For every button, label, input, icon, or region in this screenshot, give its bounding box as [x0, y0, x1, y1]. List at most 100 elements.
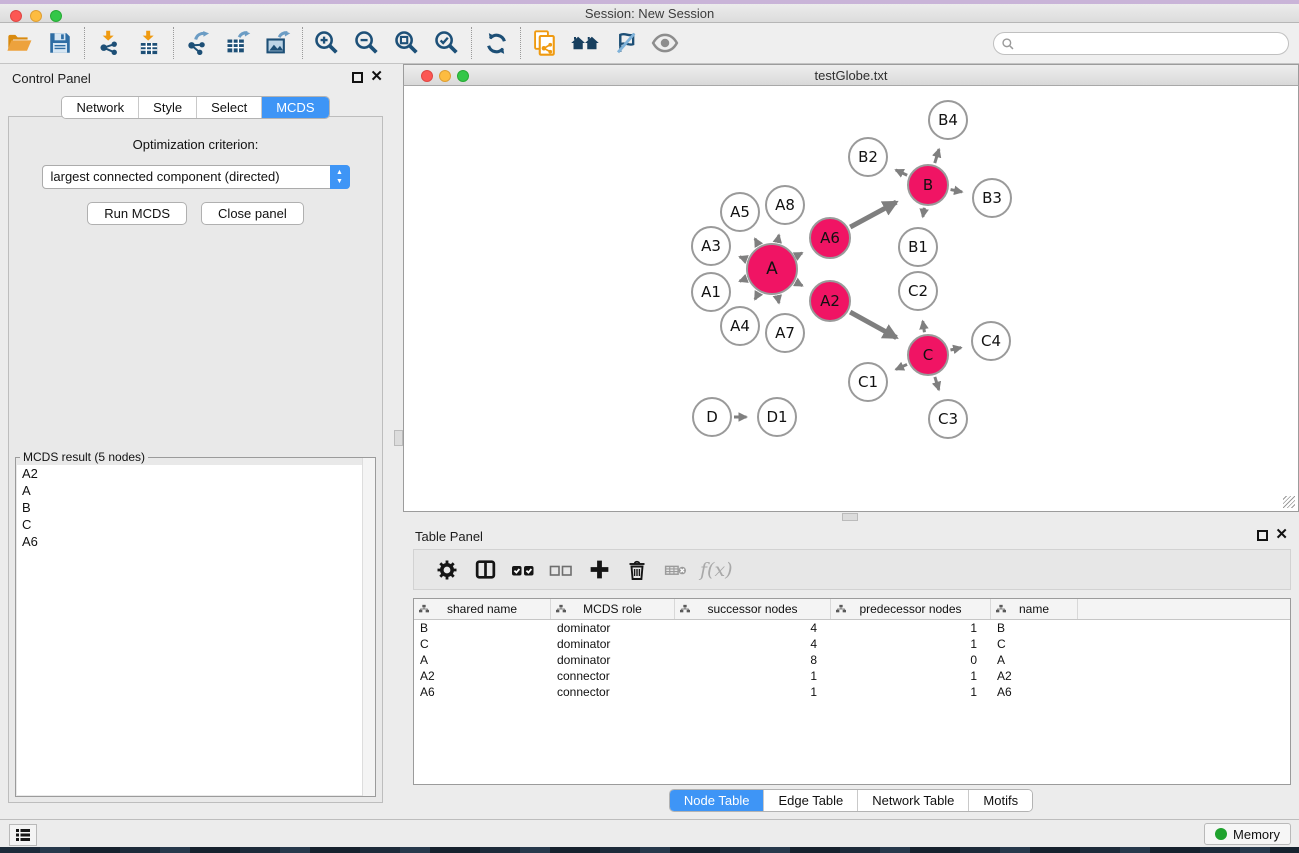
mcds-result-scrollbar[interactable]	[362, 458, 375, 796]
create-column-button[interactable]	[580, 553, 618, 587]
table-row[interactable]: Adominator80A	[414, 652, 1290, 668]
table-row[interactable]: A6connector11A6	[414, 684, 1290, 700]
graph-edge-A-A8[interactable]	[778, 235, 779, 242]
tab-network-table[interactable]: Network Table	[857, 790, 968, 811]
show-columns-button[interactable]	[466, 553, 504, 587]
graph-edge-C-C4[interactable]	[950, 348, 961, 350]
graph-node-A4[interactable]: A4	[720, 306, 760, 346]
zoom-selected-button[interactable]	[427, 25, 467, 61]
graph-node-B[interactable]: B	[907, 164, 949, 206]
close-panel-icon[interactable]: ✕	[370, 69, 383, 85]
graph-edge-A-A4[interactable]	[755, 293, 758, 299]
mcds-result-item[interactable]: A	[17, 482, 374, 499]
graph-edge-A-A2[interactable]	[797, 283, 803, 286]
graph-edge-A6-B[interactable]	[850, 202, 896, 227]
column-header-MCDS-role[interactable]: MCDS role	[551, 599, 675, 619]
close-panel-icon[interactable]: ✕	[1275, 527, 1288, 543]
tab-network[interactable]: Network	[62, 97, 138, 118]
graph-node-A6[interactable]: A6	[809, 217, 851, 259]
graph-node-A2[interactable]: A2	[809, 280, 851, 322]
tab-select[interactable]: Select	[196, 97, 261, 118]
graph-node-B3[interactable]: B3	[972, 178, 1012, 218]
task-history-button[interactable]	[9, 824, 37, 846]
mcds-result-item[interactable]: B	[17, 499, 374, 516]
graph-node-C1[interactable]: C1	[848, 362, 888, 402]
graph-node-A5[interactable]: A5	[720, 192, 760, 232]
open-session-button[interactable]	[0, 25, 40, 61]
run-mcds-button[interactable]: Run MCDS	[87, 202, 187, 225]
graph-node-C[interactable]: C	[907, 334, 949, 376]
graph-edge-A-A6[interactable]	[797, 253, 802, 256]
zoom-out-button[interactable]	[347, 25, 387, 61]
graph-node-C3[interactable]: C3	[928, 399, 968, 439]
mcds-result-item[interactable]: C	[17, 516, 374, 533]
tab-edge-table[interactable]: Edge Table	[763, 790, 857, 811]
graph-node-B1[interactable]: B1	[898, 227, 938, 267]
delete-table-button[interactable]	[656, 553, 694, 587]
graph-edge-C-C2[interactable]	[923, 321, 925, 332]
column-header-name[interactable]: name	[991, 599, 1078, 619]
graph-edge-C-C3[interactable]	[935, 377, 939, 390]
graph-node-A8[interactable]: A8	[765, 185, 805, 225]
float-panel-icon[interactable]	[352, 72, 363, 83]
graph-edge-A-A3[interactable]	[740, 257, 746, 259]
graph-edge-B-B4[interactable]	[935, 149, 939, 163]
mcds-result-item[interactable]: A6	[17, 533, 374, 550]
tab-node-table[interactable]: Node Table	[670, 790, 764, 811]
graph-node-B4[interactable]: B4	[928, 100, 968, 140]
import-network-button[interactable]	[89, 25, 129, 61]
export-network-button[interactable]	[178, 25, 218, 61]
graph-edge-B-B3[interactable]	[951, 190, 962, 192]
graph-edge-A-A1[interactable]	[740, 279, 746, 281]
graph-edge-B-B2[interactable]	[896, 170, 907, 175]
network-canvas[interactable]: B4 B2 B B3 A5A8A6 A3 B1 A A1 C2 A2 A4A7 C C4 C1 C3 D D1	[403, 86, 1299, 512]
column-header-successor-nodes[interactable]: successor nodes	[675, 599, 831, 619]
graph-edge-B-B1[interactable]	[923, 208, 924, 217]
tab-mcds[interactable]: MCDS	[261, 97, 328, 118]
mcds-result-item[interactable]: A2	[17, 465, 374, 482]
select-all-button[interactable]	[504, 553, 542, 587]
column-header-shared-name[interactable]: shared name	[414, 599, 551, 619]
delete-column-button[interactable]	[618, 553, 656, 587]
float-panel-icon[interactable]	[1257, 530, 1268, 541]
network-file-button[interactable]	[525, 25, 565, 61]
graph-node-D1[interactable]: D1	[757, 397, 797, 437]
graph-edge-A-A5[interactable]	[755, 239, 758, 245]
window-resize-grip[interactable]	[1283, 496, 1295, 508]
hide-panel-button[interactable]	[605, 25, 645, 61]
export-image-button[interactable]	[258, 25, 298, 61]
memory-button[interactable]: Memory	[1204, 823, 1291, 845]
graph-node-A3[interactable]: A3	[691, 226, 731, 266]
tab-motifs[interactable]: Motifs	[968, 790, 1032, 811]
function-builder-button[interactable]: f(x)	[700, 559, 733, 581]
graph-node-C2[interactable]: C2	[898, 271, 938, 311]
graph-edge-C-C1[interactable]	[896, 364, 907, 369]
table-row[interactable]: Bdominator41B	[414, 620, 1290, 636]
deselect-all-button[interactable]	[542, 553, 580, 587]
table-settings-button[interactable]	[428, 553, 466, 587]
vertical-split-handle[interactable]	[394, 430, 403, 446]
graph-node-A1[interactable]: A1	[691, 272, 731, 312]
close-panel-button[interactable]: Close panel	[201, 202, 304, 225]
search-input[interactable]	[993, 32, 1289, 55]
column-header-predecessor-nodes[interactable]: predecessor nodes	[831, 599, 991, 619]
graph-node-D[interactable]: D	[692, 397, 732, 437]
graph-node-B2[interactable]: B2	[848, 137, 888, 177]
graph-edge-A2-C[interactable]	[850, 312, 896, 338]
table-row[interactable]: Cdominator41C	[414, 636, 1290, 652]
graph-edge-A-A7[interactable]	[778, 296, 779, 303]
graph-node-C4[interactable]: C4	[971, 321, 1011, 361]
import-table-button[interactable]	[129, 25, 169, 61]
criterion-select[interactable]: largest connected component (directed) ▲…	[42, 165, 350, 189]
zoom-fit-button[interactable]	[387, 25, 427, 61]
zoom-in-button[interactable]	[307, 25, 347, 61]
export-table-button[interactable]	[218, 25, 258, 61]
horizontal-split-handle[interactable]	[842, 513, 858, 521]
graph-node-A[interactable]: A	[746, 243, 798, 295]
home-button[interactable]	[565, 25, 605, 61]
table-row[interactable]: A2connector11A2	[414, 668, 1290, 684]
graph-node-A7[interactable]: A7	[765, 313, 805, 353]
tab-style[interactable]: Style	[138, 97, 196, 118]
refresh-button[interactable]	[476, 25, 516, 61]
show-panel-button[interactable]	[645, 25, 685, 61]
